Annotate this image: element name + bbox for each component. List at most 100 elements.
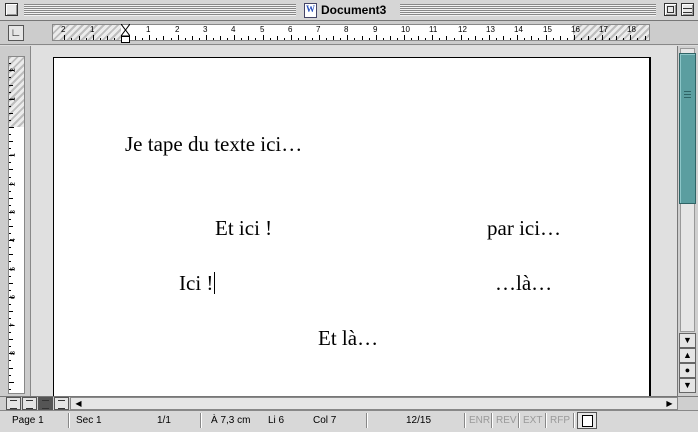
ruler-tick [263,35,264,40]
next-page-button[interactable]: ▼ [679,378,696,393]
vruler-number: 7 [9,323,17,327]
ruler-tick [418,36,419,40]
ruler-tick [347,35,348,40]
status-line: Li 6 [268,415,285,426]
ruler-number: 7 [316,25,321,34]
vruler-tick [9,198,13,199]
ruler-tick [135,36,136,40]
close-box-icon[interactable] [5,3,18,16]
ruler-tick [446,36,447,40]
normal-view-button[interactable] [6,397,21,410]
status-enr[interactable]: ENR [469,413,490,428]
ruler-tick [298,38,299,40]
vruler-tick [9,332,11,333]
document-page[interactable]: Je tape du texte ici… Et ici ! par ici… … [53,57,651,396]
vruler-tick [9,120,11,121]
browse-object-button[interactable]: ● [679,363,696,378]
text-line-5[interactable]: …là… [495,271,552,295]
status-page: Page 1 [12,415,44,426]
vruler-tick [9,311,13,312]
ruler-number: 5 [260,25,265,34]
vruler-number: 5 [9,267,17,271]
ruler-tick [241,38,242,40]
ruler-tick [531,36,532,40]
ruler-number: 13 [486,25,495,34]
vruler-number: 2 [9,68,17,72]
ruler-tick [439,38,440,40]
window-title: Document3 [300,2,391,18]
indent-marker-icon[interactable] [121,24,130,43]
vruler-tick [9,339,13,340]
horizontal-ruler[interactable]: 2 1 1 2 3 4 5 6 7 8 9 10 11 12 13 14 15 16 17 18 [52,24,650,41]
zoom-box-icon[interactable] [664,3,677,16]
document-area[interactable]: Je tape du texte ici… Et ici ! par ici… … [31,46,677,396]
ruler-number: 1 [146,25,151,34]
left-tab-icon: ∟ [10,27,22,39]
ruler-tick [616,36,617,40]
text-line-1[interactable]: Je tape du texte ici… [125,132,302,156]
vruler-tick [9,226,13,227]
page-layout-view-button[interactable] [38,397,53,410]
status-rev[interactable]: REV [496,413,517,428]
ruler-tick [319,35,320,40]
status-ext[interactable]: EXT [523,413,542,428]
vertical-scroll-thumb[interactable] [679,53,696,204]
status-divider [573,413,574,428]
scroll-down-button[interactable]: ▼ [679,333,696,348]
status-section: Sec 1 [76,415,102,426]
vruler-tick [9,290,11,291]
ruler-tick [553,38,554,40]
text-line-3[interactable]: par ici… [487,216,561,240]
ruler-number: 17 [599,25,608,34]
vruler-tick [9,77,11,78]
vruler-number: 8 [9,351,17,355]
status-word-count[interactable]: 12/15 [406,413,431,428]
outline-view-button[interactable] [54,397,69,410]
ruler-tick [517,35,518,40]
ruler-number: 10 [401,25,410,34]
ruler-tick [326,38,327,40]
scroll-right-button[interactable]: ▶ [663,398,676,409]
ruler-number: 2 [61,25,66,34]
ruler-tick [376,35,377,40]
scroll-left-button[interactable]: ◀ [72,398,85,409]
collapse-box-icon[interactable] [681,3,694,16]
vruler-tick [9,162,11,163]
ruler-tick [560,36,561,40]
spelling-book-icon[interactable] [577,412,597,429]
ruler-tick [595,38,596,40]
horizontal-scrollbar[interactable]: ◀ ▶ [70,397,678,410]
status-rfp[interactable]: RFP [550,413,570,428]
vruler-number: 4 [9,238,17,242]
vertical-scrollbar[interactable]: ▼ ▲ ● ▼ [677,46,698,396]
vruler-tick [9,134,11,135]
vruler-tick [9,106,11,107]
text-line-6[interactable]: Et là… [318,326,378,350]
text-line-2[interactable]: Et ici ! [215,216,272,240]
ruler-number: 6 [288,25,293,34]
vruler-tick [9,254,13,255]
ruler-number: 4 [231,25,236,34]
ruler-right-margin [573,25,649,40]
vruler-tick [9,283,13,284]
ruler-tick [100,38,101,40]
ruler-tick [79,36,80,40]
ruler-number: 14 [514,25,523,34]
ruler-tick [645,36,646,40]
title-bar[interactable]: Document3 [0,0,698,21]
vruler-tick [9,382,14,383]
ruler-tick [588,36,589,40]
ruler-tick [574,35,575,40]
vertical-ruler[interactable]: 2 1 1 2 3 4 5 6 7 8 [8,56,25,394]
ruler-tick [213,38,214,40]
previous-page-button[interactable]: ▲ [679,348,696,363]
text-line-4[interactable]: Ici ! [179,271,216,295]
ruler-number: 15 [543,25,552,34]
ruler-tick [107,36,108,40]
online-layout-view-button[interactable] [22,397,37,410]
tab-selector-button[interactable]: ∟ [8,25,24,41]
ruler-tick [475,36,476,40]
ruler-tick [64,35,65,40]
vruler-number: 3 [9,210,17,214]
vruler-tick [9,247,11,248]
